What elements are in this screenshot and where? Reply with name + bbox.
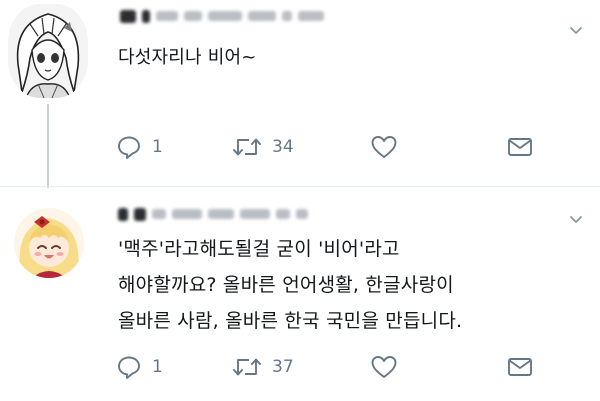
tweet[interactable]: '맥주'라고해도될걸 굳이 '비어'라고 해야할까요? 올바른 언어생활, 한글…	[0, 186, 600, 401]
like-icon	[371, 356, 397, 378]
retweet-button[interactable]: 37	[232, 352, 294, 382]
tweet-actions: 1 37	[116, 352, 546, 382]
tweet-text: 다섯자리나 비어~	[118, 47, 257, 68]
reply-count: 1	[152, 137, 163, 157]
like-button[interactable]	[370, 132, 398, 162]
retweet-icon	[233, 138, 261, 156]
avatar[interactable]	[8, 4, 88, 98]
reply-button[interactable]: 1	[116, 352, 163, 382]
tweet-text: '맥주'라고해도될걸 굳이 '비어'라고 해야할까요? 올바른 언어생활, 한글…	[118, 238, 463, 332]
direct-message-button[interactable]	[506, 132, 534, 162]
retweet-count: 37	[272, 357, 294, 377]
avatar-anime-sketch-icon	[8, 4, 88, 98]
retweet-count: 34	[272, 137, 294, 157]
direct-message-button[interactable]	[506, 352, 534, 382]
message-icon	[508, 138, 532, 156]
retweet-button[interactable]: 34	[232, 132, 294, 162]
retweet-icon	[233, 358, 261, 376]
blurred-user-header	[118, 207, 308, 221]
like-button[interactable]	[370, 352, 398, 382]
like-icon	[371, 136, 397, 158]
reply-icon	[118, 356, 140, 379]
tweet-actions: 1 34	[116, 132, 546, 162]
chevron-down-icon[interactable]	[568, 22, 584, 38]
chevron-down-icon[interactable]	[568, 211, 584, 227]
avatar[interactable]	[14, 208, 84, 278]
message-icon	[508, 358, 532, 376]
reply-count: 1	[152, 357, 163, 377]
tweet[interactable]: 다섯자리나 비어~ 1 34	[0, 0, 600, 186]
avatar-anime-girl-icon	[14, 208, 84, 278]
reply-button[interactable]: 1	[116, 132, 163, 162]
reply-icon	[118, 136, 140, 159]
blurred-user-header	[120, 9, 324, 23]
